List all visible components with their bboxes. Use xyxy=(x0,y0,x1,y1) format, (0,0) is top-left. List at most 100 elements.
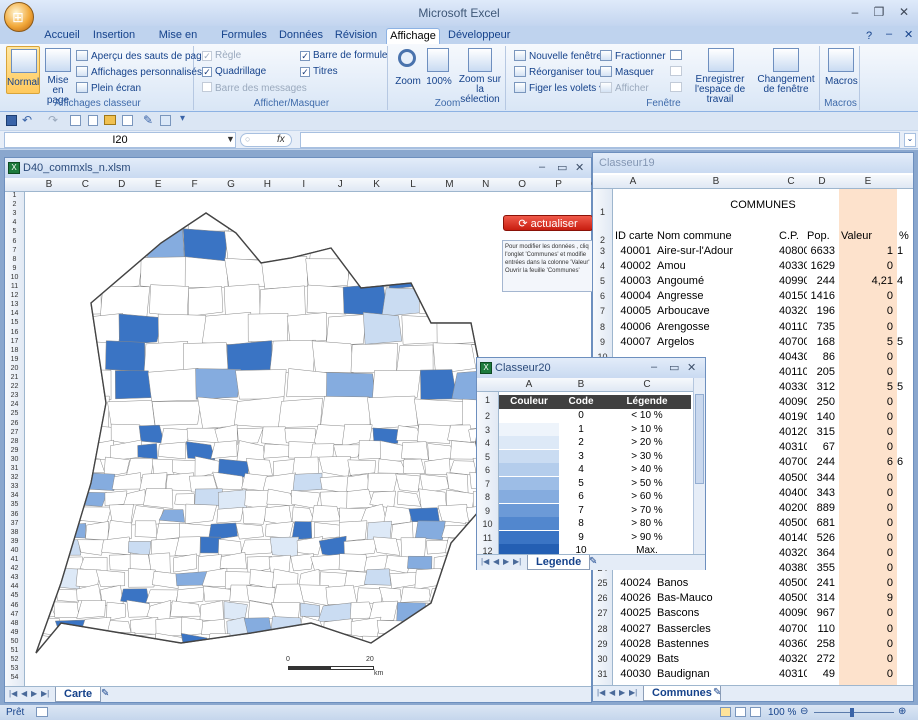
commune-shape[interactable] xyxy=(393,649,425,659)
tab-mise-en-page[interactable]: Mise en page xyxy=(146,28,210,53)
cell-pop[interactable]: 49 xyxy=(805,668,835,680)
commune-shape[interactable] xyxy=(396,344,434,372)
row-header[interactable]: 3 xyxy=(477,425,498,435)
cell-val[interactable]: 6 xyxy=(841,456,893,468)
row-header[interactable]: 37 xyxy=(5,520,24,527)
commune-shape[interactable] xyxy=(31,570,61,590)
cell-val[interactable]: 0 xyxy=(841,623,893,635)
normal-view-button[interactable]: Normal xyxy=(6,46,40,94)
undo-icon[interactable]: ↶ xyxy=(22,113,32,127)
legend-row[interactable]: 8 > 80 % xyxy=(499,517,691,531)
commune-shape[interactable] xyxy=(65,258,107,290)
legend-row[interactable]: 2 > 20 % xyxy=(499,436,691,450)
row-header[interactable]: 54 xyxy=(5,674,24,681)
commune-shape[interactable] xyxy=(358,440,384,460)
row-header[interactable]: 4 xyxy=(5,219,24,226)
cell-id[interactable]: 40006 xyxy=(615,321,651,333)
redo-icon[interactable]: ↷ xyxy=(48,113,58,127)
cell-cp[interactable]: 40500 xyxy=(779,517,807,529)
commune-row[interactable]: 40004 Angresse 40150 1416 0 xyxy=(593,289,913,304)
cell-nom[interactable]: Baudignan xyxy=(657,668,777,680)
cell-pop[interactable]: 110 xyxy=(805,623,835,635)
cell-val[interactable]: 0 xyxy=(841,321,893,333)
row-header[interactable]: 7 xyxy=(5,247,24,254)
cell-cp[interactable]: 40330 xyxy=(779,260,807,272)
cell-cp[interactable]: 40360 xyxy=(779,638,807,650)
insert-sheet-icon[interactable]: ✎ xyxy=(101,688,109,699)
cell-cp[interactable]: 40320 xyxy=(779,653,807,665)
tab-formules[interactable]: Formules xyxy=(220,28,268,44)
commune-shape[interactable] xyxy=(490,313,491,345)
zoom-slider-thumb[interactable] xyxy=(850,708,854,717)
col-header[interactable]: P xyxy=(541,179,577,190)
commune-shape[interactable] xyxy=(31,258,66,289)
office-button[interactable]: ⊞ xyxy=(4,2,34,32)
legend-row[interactable]: 7 > 70 % xyxy=(499,503,691,518)
cell-val[interactable]: 0 xyxy=(841,532,893,544)
commune-shape[interactable] xyxy=(480,585,491,605)
col-header[interactable]: C xyxy=(67,179,103,190)
headings-checkbox[interactable]: ✓ Titres xyxy=(300,66,338,77)
cell-id[interactable]: 40029 xyxy=(615,653,651,665)
commune-shape[interactable] xyxy=(128,568,156,588)
commune-shape[interactable] xyxy=(68,230,107,260)
commune-shape[interactable] xyxy=(449,648,477,659)
commune-shape[interactable] xyxy=(376,620,404,635)
commune-shape[interactable] xyxy=(53,601,80,618)
row-header[interactable]: 6 xyxy=(477,465,498,475)
commune-shape[interactable] xyxy=(472,599,491,620)
row-header[interactable]: 22 xyxy=(5,383,24,390)
tab-developpeur[interactable]: Développeur xyxy=(448,28,510,44)
commune-shape[interactable] xyxy=(31,521,59,538)
commune-shape[interactable] xyxy=(313,633,339,653)
cell-pop[interactable]: 250 xyxy=(805,396,835,408)
cell-cp[interactable]: 40110 xyxy=(779,321,807,333)
commune-shape[interactable] xyxy=(175,586,205,605)
cell-id[interactable]: 40004 xyxy=(615,290,651,302)
normal-view-status-icon[interactable] xyxy=(720,707,731,717)
commune-shape[interactable] xyxy=(31,504,59,525)
cell-pop[interactable]: 205 xyxy=(805,366,835,378)
commune-shape[interactable] xyxy=(441,568,465,590)
zoom-slider[interactable] xyxy=(814,712,894,713)
legend-window-titlebar[interactable]: X Classeur20 – ▭ ✕ xyxy=(477,358,705,378)
cell-cp[interactable]: 40380 xyxy=(779,562,807,574)
cell-pop[interactable]: 86 xyxy=(805,351,835,363)
commune-shape[interactable] xyxy=(31,395,76,426)
minimize-icon[interactable]: – xyxy=(846,5,864,21)
cell-nom[interactable]: Banos xyxy=(657,577,777,589)
commune-shape[interactable] xyxy=(31,554,61,571)
col-header[interactable]: F xyxy=(177,179,213,190)
legend-row[interactable]: 0 < 10 % xyxy=(499,409,691,423)
cell-pop[interactable]: 244 xyxy=(805,275,835,287)
commune-shape[interactable] xyxy=(197,396,238,429)
cell-pop[interactable]: 526 xyxy=(805,532,835,544)
col-header[interactable]: D xyxy=(104,179,140,190)
cell-val[interactable]: 5 xyxy=(841,381,893,393)
sync-scroll-icon[interactable] xyxy=(670,66,682,76)
row-header[interactable]: 1 xyxy=(5,192,24,199)
commune-shape[interactable] xyxy=(460,619,486,639)
cell-cp[interactable]: 40700 xyxy=(779,336,807,348)
col-b[interactable]: B xyxy=(559,379,603,390)
cell-val[interactable]: 0 xyxy=(841,577,893,589)
reset-position-icon[interactable] xyxy=(670,82,682,92)
commune-shape[interactable] xyxy=(101,257,143,290)
commune-shape[interactable] xyxy=(299,647,324,659)
cell-pop[interactable]: 140 xyxy=(805,411,835,423)
commune-shape[interactable] xyxy=(56,491,80,510)
cell-val[interactable]: 0 xyxy=(841,487,893,499)
cell-pop[interactable]: 315 xyxy=(805,426,835,438)
commune-shape[interactable] xyxy=(407,555,433,570)
commune-shape[interactable] xyxy=(217,489,248,511)
cell-id[interactable]: 40002 xyxy=(615,260,651,272)
row-header[interactable]: 44 xyxy=(5,583,24,590)
row-header[interactable]: 35 xyxy=(5,501,24,508)
cell-pct[interactable]: 1 xyxy=(897,245,911,257)
cell-pop[interactable]: 889 xyxy=(805,502,835,514)
cell-nom[interactable]: Bascons xyxy=(657,607,777,619)
commune-shape[interactable] xyxy=(342,283,388,317)
legend-row[interactable]: 4 > 40 % xyxy=(499,463,691,477)
commune-row[interactable]: 40025 Bascons 40090 967 0 xyxy=(593,606,913,621)
commune-shape[interactable] xyxy=(175,571,208,586)
